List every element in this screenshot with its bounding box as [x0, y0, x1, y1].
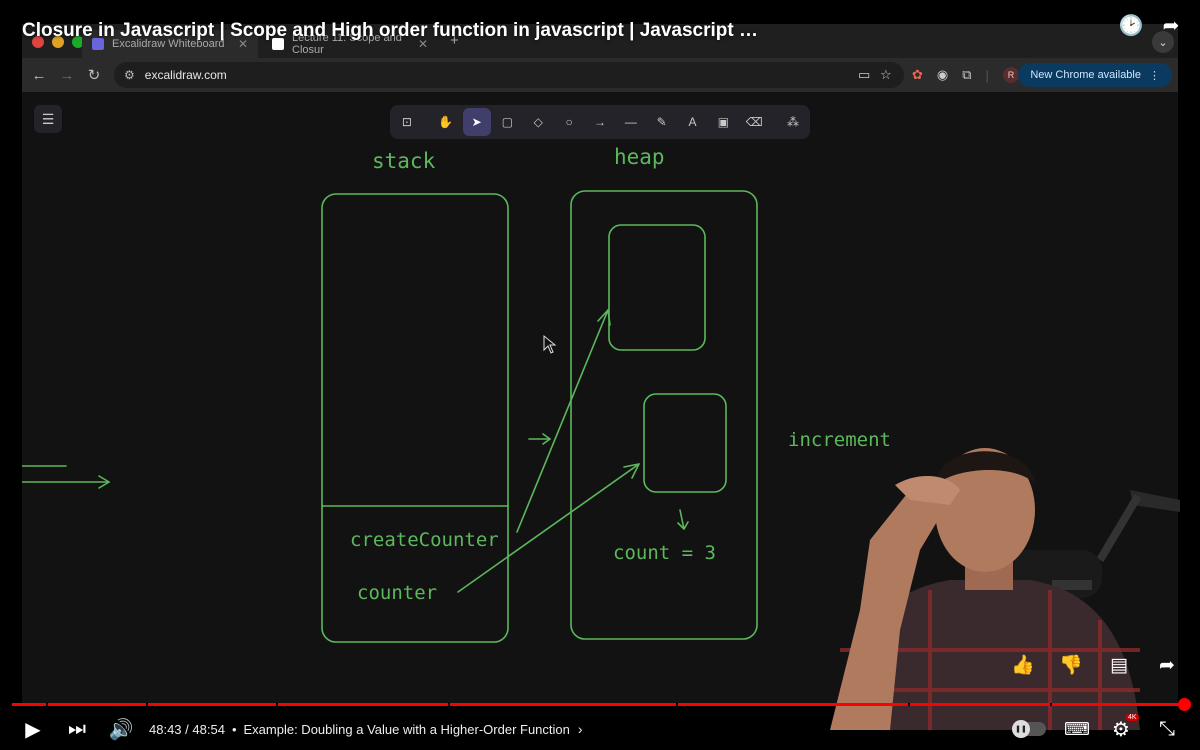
label-heap[interactable]: heap: [614, 145, 665, 169]
profile-avatar[interactable]: R: [1002, 67, 1019, 83]
current-time: 48:43: [149, 721, 182, 737]
top-right-actions: 🕑 ➦: [1118, 12, 1184, 38]
duration: 48:54: [192, 721, 225, 737]
chevron-right-icon[interactable]: ›: [578, 721, 583, 737]
share-icon[interactable]: ➦: [1150, 650, 1184, 680]
progress-bar[interactable]: [12, 698, 1191, 711]
chapter-marker: [46, 703, 48, 706]
heap-box[interactable]: [570, 190, 758, 640]
chapter-title[interactable]: Example: Doubling a Value with a Higher-…: [244, 722, 570, 737]
heap-object-2[interactable]: [643, 393, 727, 493]
heap-object-1[interactable]: [608, 224, 706, 351]
chevron-down-icon[interactable]: ⌄: [1152, 31, 1174, 53]
extra-tools-icon[interactable]: ⁂: [779, 108, 807, 136]
player-controls: ▶ ⏭ 🔊 48:43 / 48:54 • Example: Doubling …: [0, 712, 1200, 746]
extension-shield-icon[interactable]: ◉: [937, 67, 948, 83]
presenter-webcam: [830, 448, 1180, 730]
extensions-area: ✿ ◉ ⧉ | R: [912, 62, 1019, 88]
arrow-createcounter-to-heap[interactable]: [516, 309, 611, 533]
label-count[interactable]: count = 3: [613, 542, 716, 564]
chapter-marker: [908, 703, 910, 706]
video-title[interactable]: Closure in Javascript | Scope and High o…: [22, 20, 758, 42]
time-display: 48:43 / 48:54 • Example: Doubling a Valu…: [149, 712, 583, 746]
url-text: excalidraw.com: [144, 68, 227, 82]
progress-scrubber[interactable]: [1177, 698, 1191, 711]
video-side-actions: 👍 👎 ▤ ➦: [1006, 650, 1184, 680]
next-icon[interactable]: ⏭: [62, 712, 92, 746]
chrome-update-button[interactable]: New Chrome available ⋮: [1018, 63, 1172, 87]
clock-icon[interactable]: 🕑: [1118, 12, 1144, 38]
excalidraw-toolbar: ⊡ ✋ ➤ ▢ ◇ ○ → — ✎ A ▣ ⌫ ⁂: [390, 105, 810, 139]
selection-icon[interactable]: ➤: [462, 108, 491, 136]
bookmark-star-icon[interactable]: ☆: [880, 62, 892, 88]
arrow-small-middle[interactable]: [528, 433, 551, 445]
address-bar[interactable]: ⚙ excalidraw.com ▭ ☆: [114, 62, 904, 88]
pause-icon: ❚❚: [1012, 720, 1030, 738]
forward-icon[interactable]: →: [54, 62, 80, 88]
arrow-counter-to-heap[interactable]: [457, 463, 640, 593]
more-menu-icon[interactable]: ⋮: [1149, 69, 1160, 82]
text-icon[interactable]: A: [679, 108, 707, 136]
chapter-marker: [676, 703, 678, 706]
browser-toolbar: ← → ↻ ⚙ excalidraw.com ▭ ☆ ✿ ◉ ⧉ | R New…: [22, 58, 1178, 92]
site-info-icon[interactable]: ⚙: [124, 68, 135, 82]
arrow-down-to-count[interactable]: [677, 509, 689, 530]
autoplay-toggle[interactable]: ❚❚: [1012, 720, 1046, 738]
label-counter[interactable]: counter: [357, 582, 437, 604]
save-icon[interactable]: ▤: [1102, 650, 1136, 680]
chapter-marker: [448, 703, 450, 706]
reload-icon[interactable]: ↻: [81, 62, 107, 88]
quality-badge: 4K: [1126, 714, 1139, 721]
toolbar-divider: |: [985, 67, 989, 83]
image-icon[interactable]: ▣: [709, 108, 737, 136]
exit-fullscreen-icon[interactable]: ⤡: [1152, 712, 1182, 746]
rectangle-icon[interactable]: ▢: [494, 108, 522, 136]
time-separator: /: [181, 721, 193, 737]
chapter-marker: [1050, 703, 1052, 706]
diamond-icon[interactable]: ◇: [524, 108, 552, 136]
progress-fill: [12, 703, 1184, 706]
chapter-dot: •: [231, 721, 237, 737]
main-menu-button[interactable]: ☰: [34, 105, 62, 133]
volume-icon[interactable]: 🔊: [106, 712, 136, 746]
chapter-marker: [276, 703, 278, 706]
mouse-cursor-icon: [543, 334, 557, 354]
pencil-icon[interactable]: ✎: [648, 108, 676, 136]
lock-icon[interactable]: ⊡: [393, 108, 421, 136]
line-icon[interactable]: —: [617, 108, 645, 136]
subtitles-icon[interactable]: ⌨: [1062, 712, 1092, 746]
label-createcounter[interactable]: createCounter: [350, 529, 499, 551]
extension-icon[interactable]: ✿: [912, 67, 923, 83]
back-icon[interactable]: ←: [26, 62, 52, 88]
install-app-icon[interactable]: ▭: [858, 62, 870, 88]
thumbs-down-icon[interactable]: 👎: [1054, 650, 1088, 680]
play-icon[interactable]: ▶: [18, 712, 48, 746]
thumbs-up-icon[interactable]: 👍: [1006, 650, 1040, 680]
label-stack[interactable]: stack: [372, 149, 436, 173]
hand-icon[interactable]: ✋: [432, 108, 460, 136]
left-arrow[interactable]: [22, 475, 110, 489]
arrow-icon[interactable]: →: [586, 108, 614, 136]
chrome-update-label: New Chrome available: [1030, 69, 1141, 81]
extensions-puzzle-icon[interactable]: ⧉: [962, 67, 971, 83]
stack-box[interactable]: [321, 193, 509, 643]
chapter-marker: [146, 703, 148, 706]
ellipse-icon[interactable]: ○: [555, 108, 583, 136]
eraser-icon[interactable]: ⌫: [740, 108, 768, 136]
